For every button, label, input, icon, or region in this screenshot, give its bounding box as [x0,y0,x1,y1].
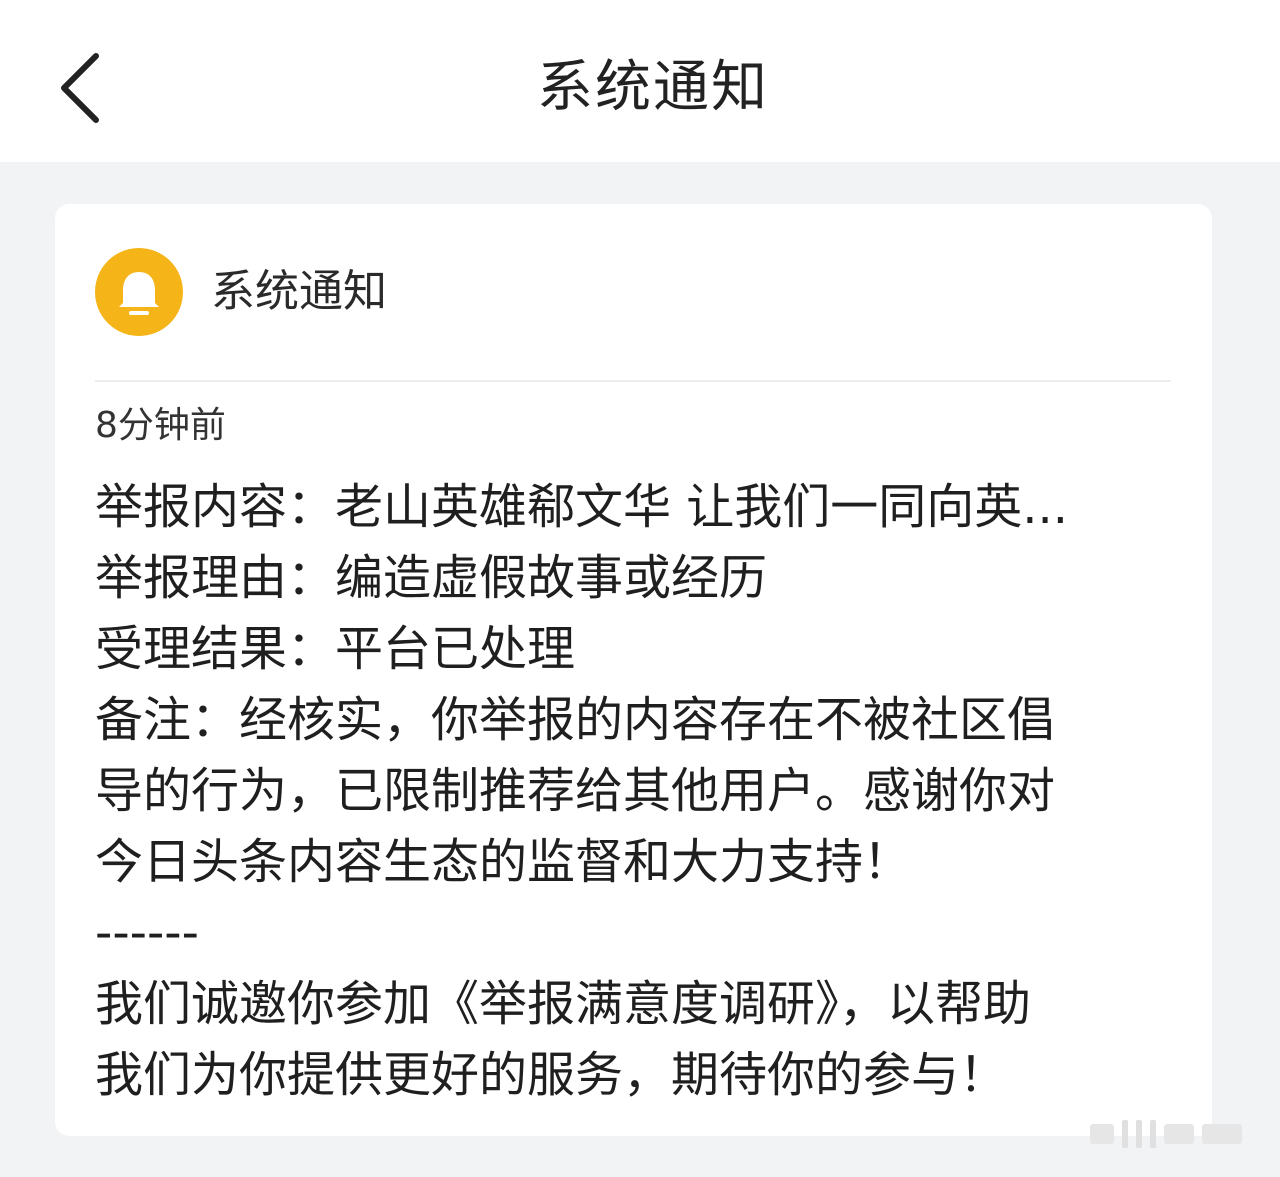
remark-line: 导的行为，已限制推荐给其他用户。感谢你对 [95,763,1056,819]
watermark-logo [1090,1114,1250,1154]
report-content-line: 举报内容：老山英雄郗文华 让我们一同向英... [95,479,1069,535]
timestamp: 8分钟前 [95,405,226,446]
sender-name: 系统通知 [211,266,387,317]
bell-avatar [95,248,183,336]
handling-result-line: 受理结果：平台已处理 [95,621,576,677]
survey-invite-line: 我们为你提供更好的服务，期待你的参与！ [95,1047,1008,1103]
survey-invite-line[interactable]: 我们诚邀你参加《举报满意度调研》，以帮助 [95,969,1185,1040]
page-title: 系统通知 [537,55,769,120]
bell-icon [119,272,159,315]
notification-card: 系统通知 8分钟前 举报内容：老山英雄郗文华 让我们一同向英... 举报理由：编… [55,204,1212,1136]
report-reason-line: 举报理由：编造虚假故事或经历 [95,550,768,606]
top-navigation-bar: 系统通知 [0,0,1280,162]
remark-line: 备注：经核实，你举报的内容存在不被社区倡 [95,692,1056,748]
notification-body: 举报内容：老山英雄郗文华 让我们一同向英... 举报理由：编造虚假故事或经历 受… [95,472,1185,1111]
divider [95,380,1171,382]
remark-line: 今日头条内容生态的监督和大力支持！ [95,834,912,890]
separator-line: ------ [95,905,199,961]
